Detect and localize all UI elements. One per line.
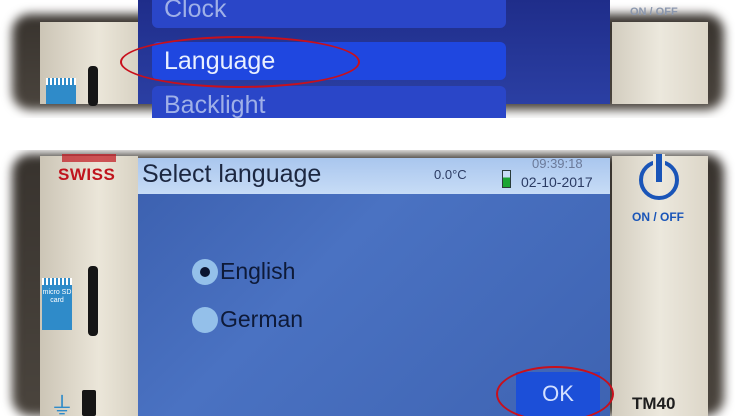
menu-item-label: Clock (164, 0, 227, 23)
usb-icon: ⏚ (50, 393, 74, 416)
temperature-readout: 0.0°C (434, 167, 467, 182)
sd-card-label: micro SD card (42, 289, 72, 304)
radio-german[interactable] (192, 307, 218, 333)
menu-item-label: Backlight (164, 91, 266, 118)
menu-item-clock[interactable]: Clock (152, 0, 506, 28)
on-off-label: ON / OFF (632, 210, 684, 224)
radio-english[interactable] (192, 259, 218, 285)
model-label: TM40 (632, 394, 676, 413)
page-title: Select language (142, 160, 322, 188)
radio-selected-dot (200, 267, 210, 277)
power-icon-stem (653, 154, 665, 182)
sd-card-icon (46, 78, 76, 104)
option-label-german[interactable]: German (220, 306, 303, 333)
device-right-side (612, 22, 708, 104)
ok-highlight-ellipse (496, 366, 614, 416)
language-select-panel: SWISS Select language 0.0°C 09:39:18 02-… (0, 150, 735, 416)
time-readout: 09:39:18 (532, 156, 583, 171)
menu-item-backlight[interactable]: Backlight (152, 86, 506, 118)
brand-stripe (62, 154, 116, 162)
sd-card-slot (88, 266, 98, 336)
date-readout: 02-10-2017 (521, 174, 593, 190)
settings-menu-panel: Clock Language Backlight ON / OFF (0, 0, 735, 118)
sd-card-slot (88, 66, 98, 106)
brand-logo: SWISS (58, 165, 116, 184)
language-highlight-ellipse (120, 36, 360, 88)
option-label-english[interactable]: English (220, 258, 295, 285)
sd-card-icon: micro SD card (42, 278, 72, 330)
on-off-label: ON / OFF (630, 6, 678, 18)
usb-port (82, 390, 96, 416)
battery-icon (502, 170, 511, 188)
